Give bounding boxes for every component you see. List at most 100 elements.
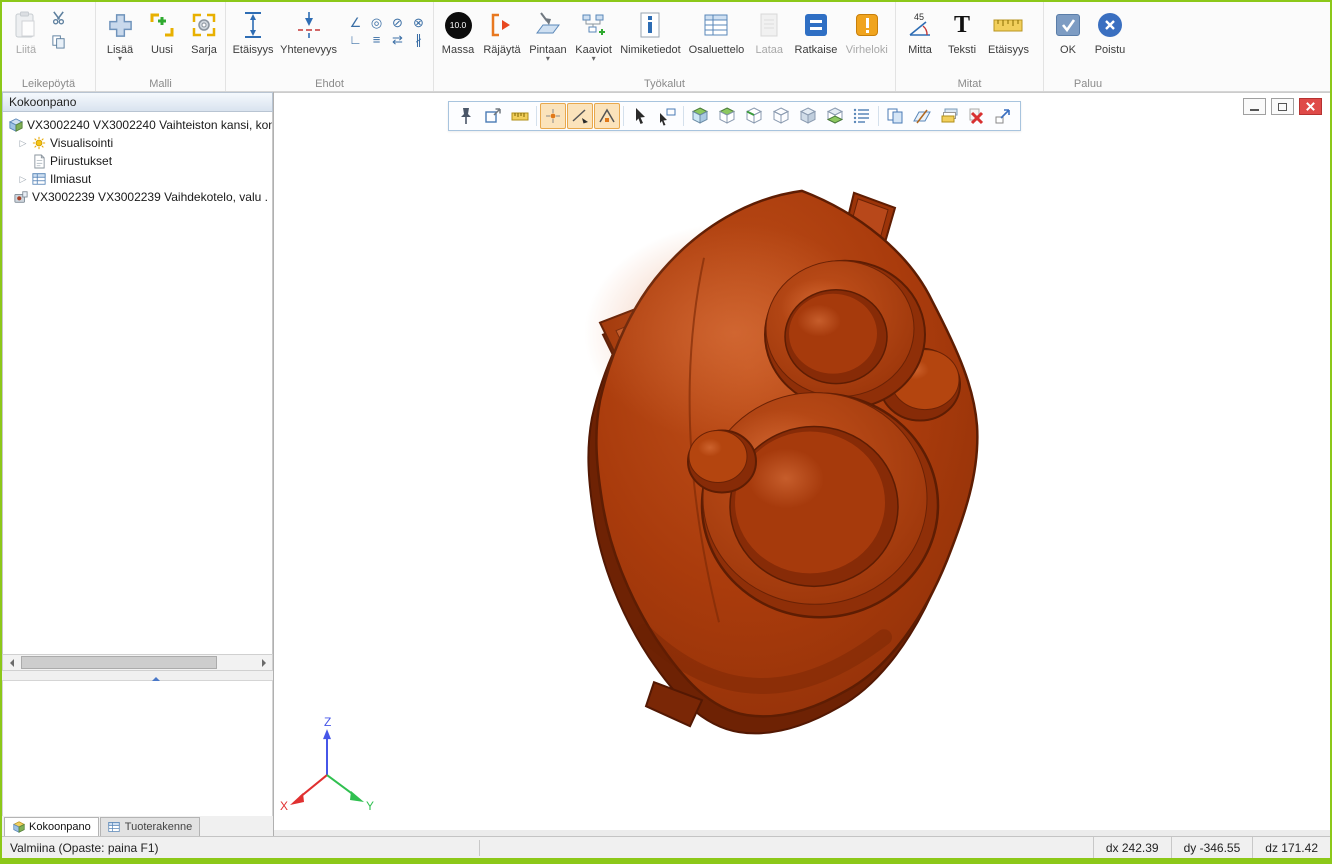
series-button[interactable]: Sarja [184, 5, 224, 56]
add-part-caret-icon[interactable]: ▾ [118, 56, 122, 62]
section-select-icon[interactable] [822, 103, 848, 129]
snap-point-icon[interactable] [540, 103, 566, 129]
status-message: Valmiina (Opaste: paina F1) [10, 841, 159, 855]
tab-assembly[interactable]: Kokoonpano [4, 817, 99, 836]
panel-tabs: Kokoonpano Tuoterakenne [2, 816, 273, 836]
to-surface-button[interactable]: Pintaan ▾ [526, 5, 570, 62]
text-icon: T [954, 12, 970, 38]
new-part-button[interactable]: Uusi [142, 5, 182, 56]
measure-ruler-icon[interactable] [507, 103, 533, 129]
fix-constraint-icon[interactable]: ⊗ [408, 14, 429, 31]
snap-line-icon[interactable] [567, 103, 593, 129]
to-surface-caret-icon[interactable]: ▾ [546, 56, 550, 62]
measure-button[interactable]: 45 Mitta [900, 5, 940, 56]
maximize-icon [1278, 103, 1287, 111]
coincidence-button[interactable]: Yhtenevyys [278, 5, 339, 56]
schemes-button[interactable]: Kaaviot ▾ [572, 5, 615, 62]
parts-list-icon [703, 8, 729, 42]
item-data-button[interactable]: Nimiketiedot [617, 5, 683, 56]
app-window: Liitä Leikepöytä [0, 0, 1332, 864]
explode-icon [489, 8, 515, 42]
error-log-button[interactable]: Virheloki [843, 5, 891, 56]
copy-button[interactable] [48, 33, 68, 53]
close-button[interactable] [1299, 98, 1322, 115]
perpendicular-constraint-icon[interactable]: ∟ [345, 31, 366, 48]
work-plane-icon[interactable] [909, 103, 935, 129]
distance-constraint-button[interactable]: Etäisyys [230, 5, 276, 56]
panel-splitter[interactable] [2, 671, 273, 680]
antiparallel-constraint-icon[interactable]: ∦ [408, 31, 429, 48]
scrollbar-thumb[interactable] [21, 656, 217, 669]
tree-item-configurations[interactable]: ▷ Ilmiasut [3, 170, 272, 188]
maximize-button[interactable] [1271, 98, 1294, 115]
solid-select-icon[interactable] [687, 103, 713, 129]
select-element-icon[interactable] [654, 103, 680, 129]
copy-reference-icon[interactable] [882, 103, 908, 129]
assembly-panel: Kokoonpano VX3002240 VX3002240 Vaihteist… [2, 92, 274, 836]
splitter-collapse-icon[interactable] [152, 673, 160, 681]
parallel-constraint-icon[interactable]: ≡ [366, 31, 387, 48]
export-icon[interactable] [990, 103, 1016, 129]
edge-select-icon[interactable] [741, 103, 767, 129]
mass-label: Massa [442, 44, 474, 56]
schemes-caret-icon[interactable]: ▾ [592, 56, 596, 62]
layers-icon[interactable] [936, 103, 962, 129]
model-3d-view[interactable]: Z X Y [274, 93, 1330, 830]
add-part-button[interactable]: Lisää ▾ [100, 5, 140, 62]
constraint-icon-grid: ∠ ◎ ⊘ ⊗ ∟ ≡ ⇄ ∦ [345, 14, 429, 48]
clipboard-small-buttons [48, 5, 68, 53]
ok-button[interactable]: OK [1048, 5, 1088, 56]
ribbon: Liitä Leikepöytä [2, 2, 1330, 92]
distance-measure-button[interactable]: Etäisyys [984, 5, 1033, 56]
to-surface-icon [535, 8, 561, 42]
paste-button[interactable]: Liitä [6, 5, 46, 56]
tangent-constraint-icon[interactable]: ⊘ [387, 14, 408, 31]
cut-button[interactable] [48, 9, 68, 29]
tree-item-root-assembly[interactable]: VX3002240 VX3002240 Vaihteiston kansi, k… [3, 116, 272, 134]
load-icon [758, 8, 780, 42]
align-constraint-icon[interactable]: ⇄ [387, 31, 408, 48]
pin-icon[interactable] [453, 103, 479, 129]
ribbon-group-constraints: Etäisyys Yhtenevyys ∠ ◎ ⊘ ⊗ ∟ ≡ ⇄ ∦ [226, 2, 434, 91]
minimize-button[interactable] [1243, 98, 1266, 115]
scroll-left-arrow-icon[interactable] [3, 655, 19, 670]
paste-label: Liitä [16, 44, 36, 56]
solve-button[interactable]: Ratkaise [791, 5, 840, 56]
tree-item-visualization[interactable]: ▷ Visualisointi [3, 134, 272, 152]
toolbar-separator [878, 106, 879, 126]
shaded-select-icon[interactable] [795, 103, 821, 129]
wireframe-select-icon[interactable] [768, 103, 794, 129]
tree-item-subpart[interactable]: VX3002239 VX3002239 Vaihdekotelo, valu . [3, 188, 272, 206]
error-log-label: Virheloki [846, 44, 888, 56]
toolbar-separator [683, 106, 684, 126]
tree-item-drawings[interactable]: Piirustukset [3, 152, 272, 170]
load-button[interactable]: Lataa [749, 5, 789, 56]
angle-constraint-icon[interactable]: ∠ [345, 14, 366, 31]
exit-button[interactable]: Poistu [1090, 5, 1130, 56]
tab-product-structure[interactable]: Tuoterakenne [100, 817, 200, 836]
snap-angle-icon[interactable] [594, 103, 620, 129]
status-coordinates: dx 242.39 dy -346.55 dz 171.42 [1093, 837, 1330, 858]
cut-icon [51, 10, 66, 28]
mass-button[interactable]: 10.0 Massa [438, 5, 478, 56]
item-data-icon [639, 8, 661, 42]
viewport[interactable]: Z X Y [274, 92, 1330, 830]
parts-list-button[interactable]: Osaluettelo [686, 5, 748, 56]
sun-icon [31, 136, 47, 150]
expander-icon[interactable]: ▷ [18, 138, 28, 149]
explode-button[interactable]: Räjäytä [480, 5, 524, 56]
concentric-constraint-icon[interactable]: ◎ [366, 14, 387, 31]
scroll-right-arrow-icon[interactable] [256, 655, 272, 670]
tree-horizontal-scrollbar[interactable] [2, 654, 273, 671]
delete-icon[interactable] [963, 103, 989, 129]
select-cursor-icon[interactable] [627, 103, 653, 129]
group-label-tools: Työkalut [434, 78, 895, 90]
ribbon-group-clipboard: Liitä Leikepöytä [2, 2, 96, 91]
face-select-icon[interactable] [714, 103, 740, 129]
text-button[interactable]: T Teksti [942, 5, 982, 56]
expander-icon[interactable]: ▷ [18, 174, 28, 185]
zoom-fit-icon[interactable] [480, 103, 506, 129]
feature-list-icon[interactable] [849, 103, 875, 129]
mass-icon: 10.0 [445, 12, 472, 39]
panel-title: Kokoonpano [2, 92, 273, 112]
